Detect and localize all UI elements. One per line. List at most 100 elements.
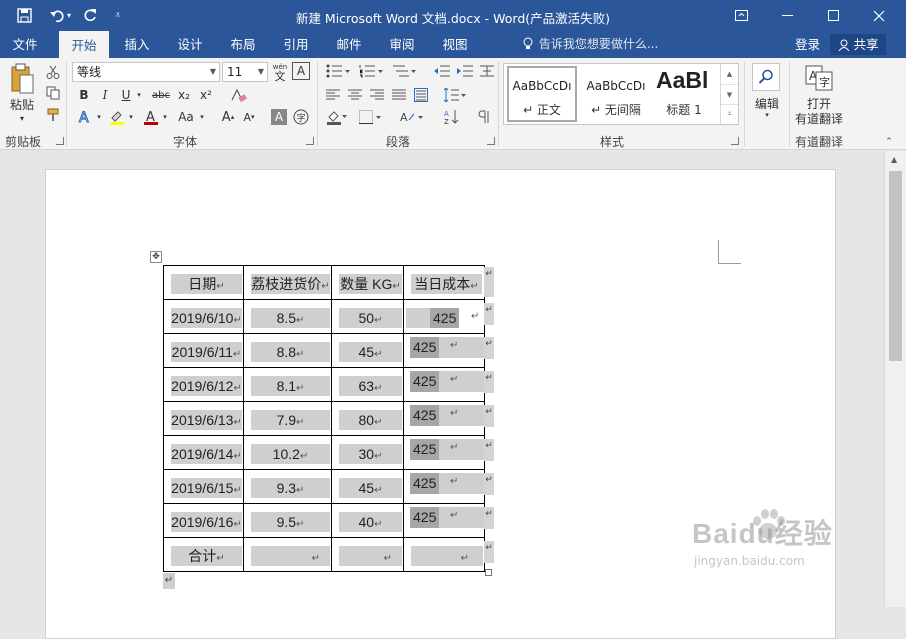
decrease-indent-icon[interactable]	[432, 62, 452, 80]
distributed-icon[interactable]	[412, 86, 430, 104]
bold-button[interactable]: B	[76, 87, 92, 103]
collapse-ribbon-icon[interactable]: ⌃	[882, 136, 896, 148]
tab-view[interactable]: 视图	[430, 31, 480, 58]
table-cell[interactable]: 8.5↵	[243, 299, 332, 334]
table-cell[interactable]: 425 ↵	[403, 299, 485, 334]
table-header-cell[interactable]: 荔枝进货价↵	[243, 265, 332, 300]
styles-more-icon[interactable]: ⩡	[721, 104, 738, 124]
font-size-combo[interactable]: 11 ▼	[222, 62, 268, 82]
text-direction-icon[interactable]: A	[398, 108, 426, 126]
youdao-open-label[interactable]: 打开	[796, 96, 842, 111]
styles-up-icon[interactable]: ▲	[721, 64, 738, 84]
redo-icon[interactable]	[76, 0, 104, 31]
clipboard-launcher[interactable]	[56, 137, 64, 145]
enclose-characters-icon[interactable]: 字	[292, 108, 310, 126]
bullets-icon[interactable]	[324, 62, 352, 80]
table-cell[interactable]: 7.9↵	[243, 401, 332, 436]
paste-icon[interactable]	[6, 62, 38, 96]
character-shading-icon[interactable]: A	[271, 109, 287, 125]
table-cell[interactable]: 425 ↵	[403, 469, 485, 504]
translate-icon[interactable]: A字	[804, 63, 834, 93]
scroll-thumb[interactable]	[889, 171, 902, 361]
table-cell[interactable]: ↵	[403, 537, 485, 572]
change-case-dropdown-icon[interactable]: ▾	[197, 108, 207, 126]
tab-insert[interactable]: 插入	[112, 31, 162, 58]
table-cell[interactable]: 425 ↵	[403, 503, 485, 538]
align-right-icon[interactable]	[368, 86, 386, 104]
sort-icon[interactable]: AZ	[442, 108, 462, 126]
superscript-button[interactable]: x²	[197, 87, 215, 103]
share-button[interactable]: 共享	[830, 34, 886, 55]
table-cell[interactable]: 425 ↵	[403, 333, 485, 368]
multilevel-list-icon[interactable]	[390, 62, 418, 80]
tab-design[interactable]: 设计	[165, 31, 215, 58]
table-cell[interactable]: 425 ↵	[403, 367, 485, 402]
table-cell[interactable]: ↵	[243, 537, 332, 572]
table-cell[interactable]: 2019/6/16↵	[163, 503, 244, 538]
table-cell[interactable]: 50↵	[331, 299, 404, 334]
chinese-layout-icon[interactable]	[477, 62, 497, 80]
tab-file[interactable]: 文件	[0, 31, 50, 58]
italic-button[interactable]: I	[97, 87, 113, 103]
search-icon[interactable]	[752, 63, 780, 91]
table-header-cell[interactable]: 日期↵	[163, 265, 244, 300]
style-heading-1[interactable]: AaBl 标题 1	[652, 66, 716, 122]
table-cell[interactable]: 2019/6/12↵	[163, 367, 244, 402]
table-cell[interactable]: 2019/6/14↵	[163, 435, 244, 470]
editing-button[interactable]: 编辑	[750, 95, 784, 111]
table-cell[interactable]: 45↵	[331, 333, 404, 368]
numbering-icon[interactable]	[357, 62, 385, 80]
phonetic-guide-icon[interactable]: wén 文	[271, 62, 289, 82]
font-name-combo[interactable]: 等线 ▼	[72, 62, 220, 82]
underline-button[interactable]: U	[118, 87, 134, 103]
scroll-up-icon[interactable]: ▲	[891, 155, 897, 164]
underline-dropdown-icon[interactable]: ▾	[134, 87, 144, 103]
close-icon[interactable]	[856, 0, 902, 31]
vertical-scrollbar[interactable]: ▲	[884, 151, 906, 607]
table-cell[interactable]: 8.8↵	[243, 333, 332, 368]
font-color-dropdown-icon[interactable]: ▾	[160, 108, 170, 126]
subscript-button[interactable]: x₂	[175, 87, 193, 103]
table-header-cell[interactable]: 当日成本↵	[403, 265, 485, 300]
table-cell[interactable]: 80↵	[331, 401, 404, 436]
strikethrough-button[interactable]: abc	[150, 87, 172, 103]
tab-home[interactable]: 开始	[59, 31, 109, 58]
highlight-color-icon[interactable]	[108, 108, 126, 126]
styles-down-icon[interactable]: ▼	[721, 84, 738, 104]
save-icon[interactable]	[10, 0, 38, 31]
table-cell[interactable]: 2019/6/15↵	[163, 469, 244, 504]
undo-dropdown-icon[interactable]: ▾	[62, 0, 76, 31]
align-center-icon[interactable]	[346, 86, 364, 104]
text-effects-icon[interactable]: A	[76, 108, 94, 126]
highlight-dropdown-icon[interactable]: ▾	[126, 108, 136, 126]
style-no-spacing[interactable]: AaBbCcDı ↵ 无间隔	[581, 66, 651, 122]
tab-layout[interactable]: 布局	[218, 31, 268, 58]
table-cell[interactable]: 425 ↵	[403, 435, 485, 470]
table-cell[interactable]: 2019/6/11↵	[163, 333, 244, 368]
maximize-icon[interactable]	[810, 0, 856, 31]
paste-dropdown-icon[interactable]: ▾	[16, 112, 28, 124]
tell-me-box[interactable]: 告诉我您想要做什么...	[523, 31, 658, 58]
increase-indent-icon[interactable]	[455, 62, 475, 80]
justify-icon[interactable]	[390, 86, 408, 104]
align-left-icon[interactable]	[324, 86, 342, 104]
cut-icon[interactable]	[44, 63, 62, 81]
table-cell[interactable]: 9.5↵	[243, 503, 332, 538]
tab-review[interactable]: 审阅	[377, 31, 427, 58]
text-effects-dropdown-icon[interactable]: ▾	[94, 108, 104, 126]
tab-references[interactable]: 引用	[271, 31, 321, 58]
table-cell[interactable]: 8.1↵	[243, 367, 332, 402]
table-cell[interactable]: 63↵	[331, 367, 404, 402]
style-normal[interactable]: AaBbCcDı ↵ 正文	[507, 66, 577, 122]
table-cell[interactable]: 9.3↵	[243, 469, 332, 504]
login-link[interactable]: 登录	[795, 31, 820, 58]
customize-qat-icon[interactable]: ⩡	[104, 0, 132, 31]
table-cell[interactable]: 10.2↵	[243, 435, 332, 470]
table-cell[interactable]: 40↵	[331, 503, 404, 538]
paragraph-launcher[interactable]	[487, 137, 495, 145]
shading-icon[interactable]	[324, 108, 350, 126]
table-cell[interactable]: 合计↵	[163, 537, 244, 572]
table-header-cell[interactable]: 数量 KG↵	[331, 265, 404, 300]
paste-button[interactable]: 粘贴	[4, 96, 40, 112]
table-cell[interactable]: 30↵	[331, 435, 404, 470]
